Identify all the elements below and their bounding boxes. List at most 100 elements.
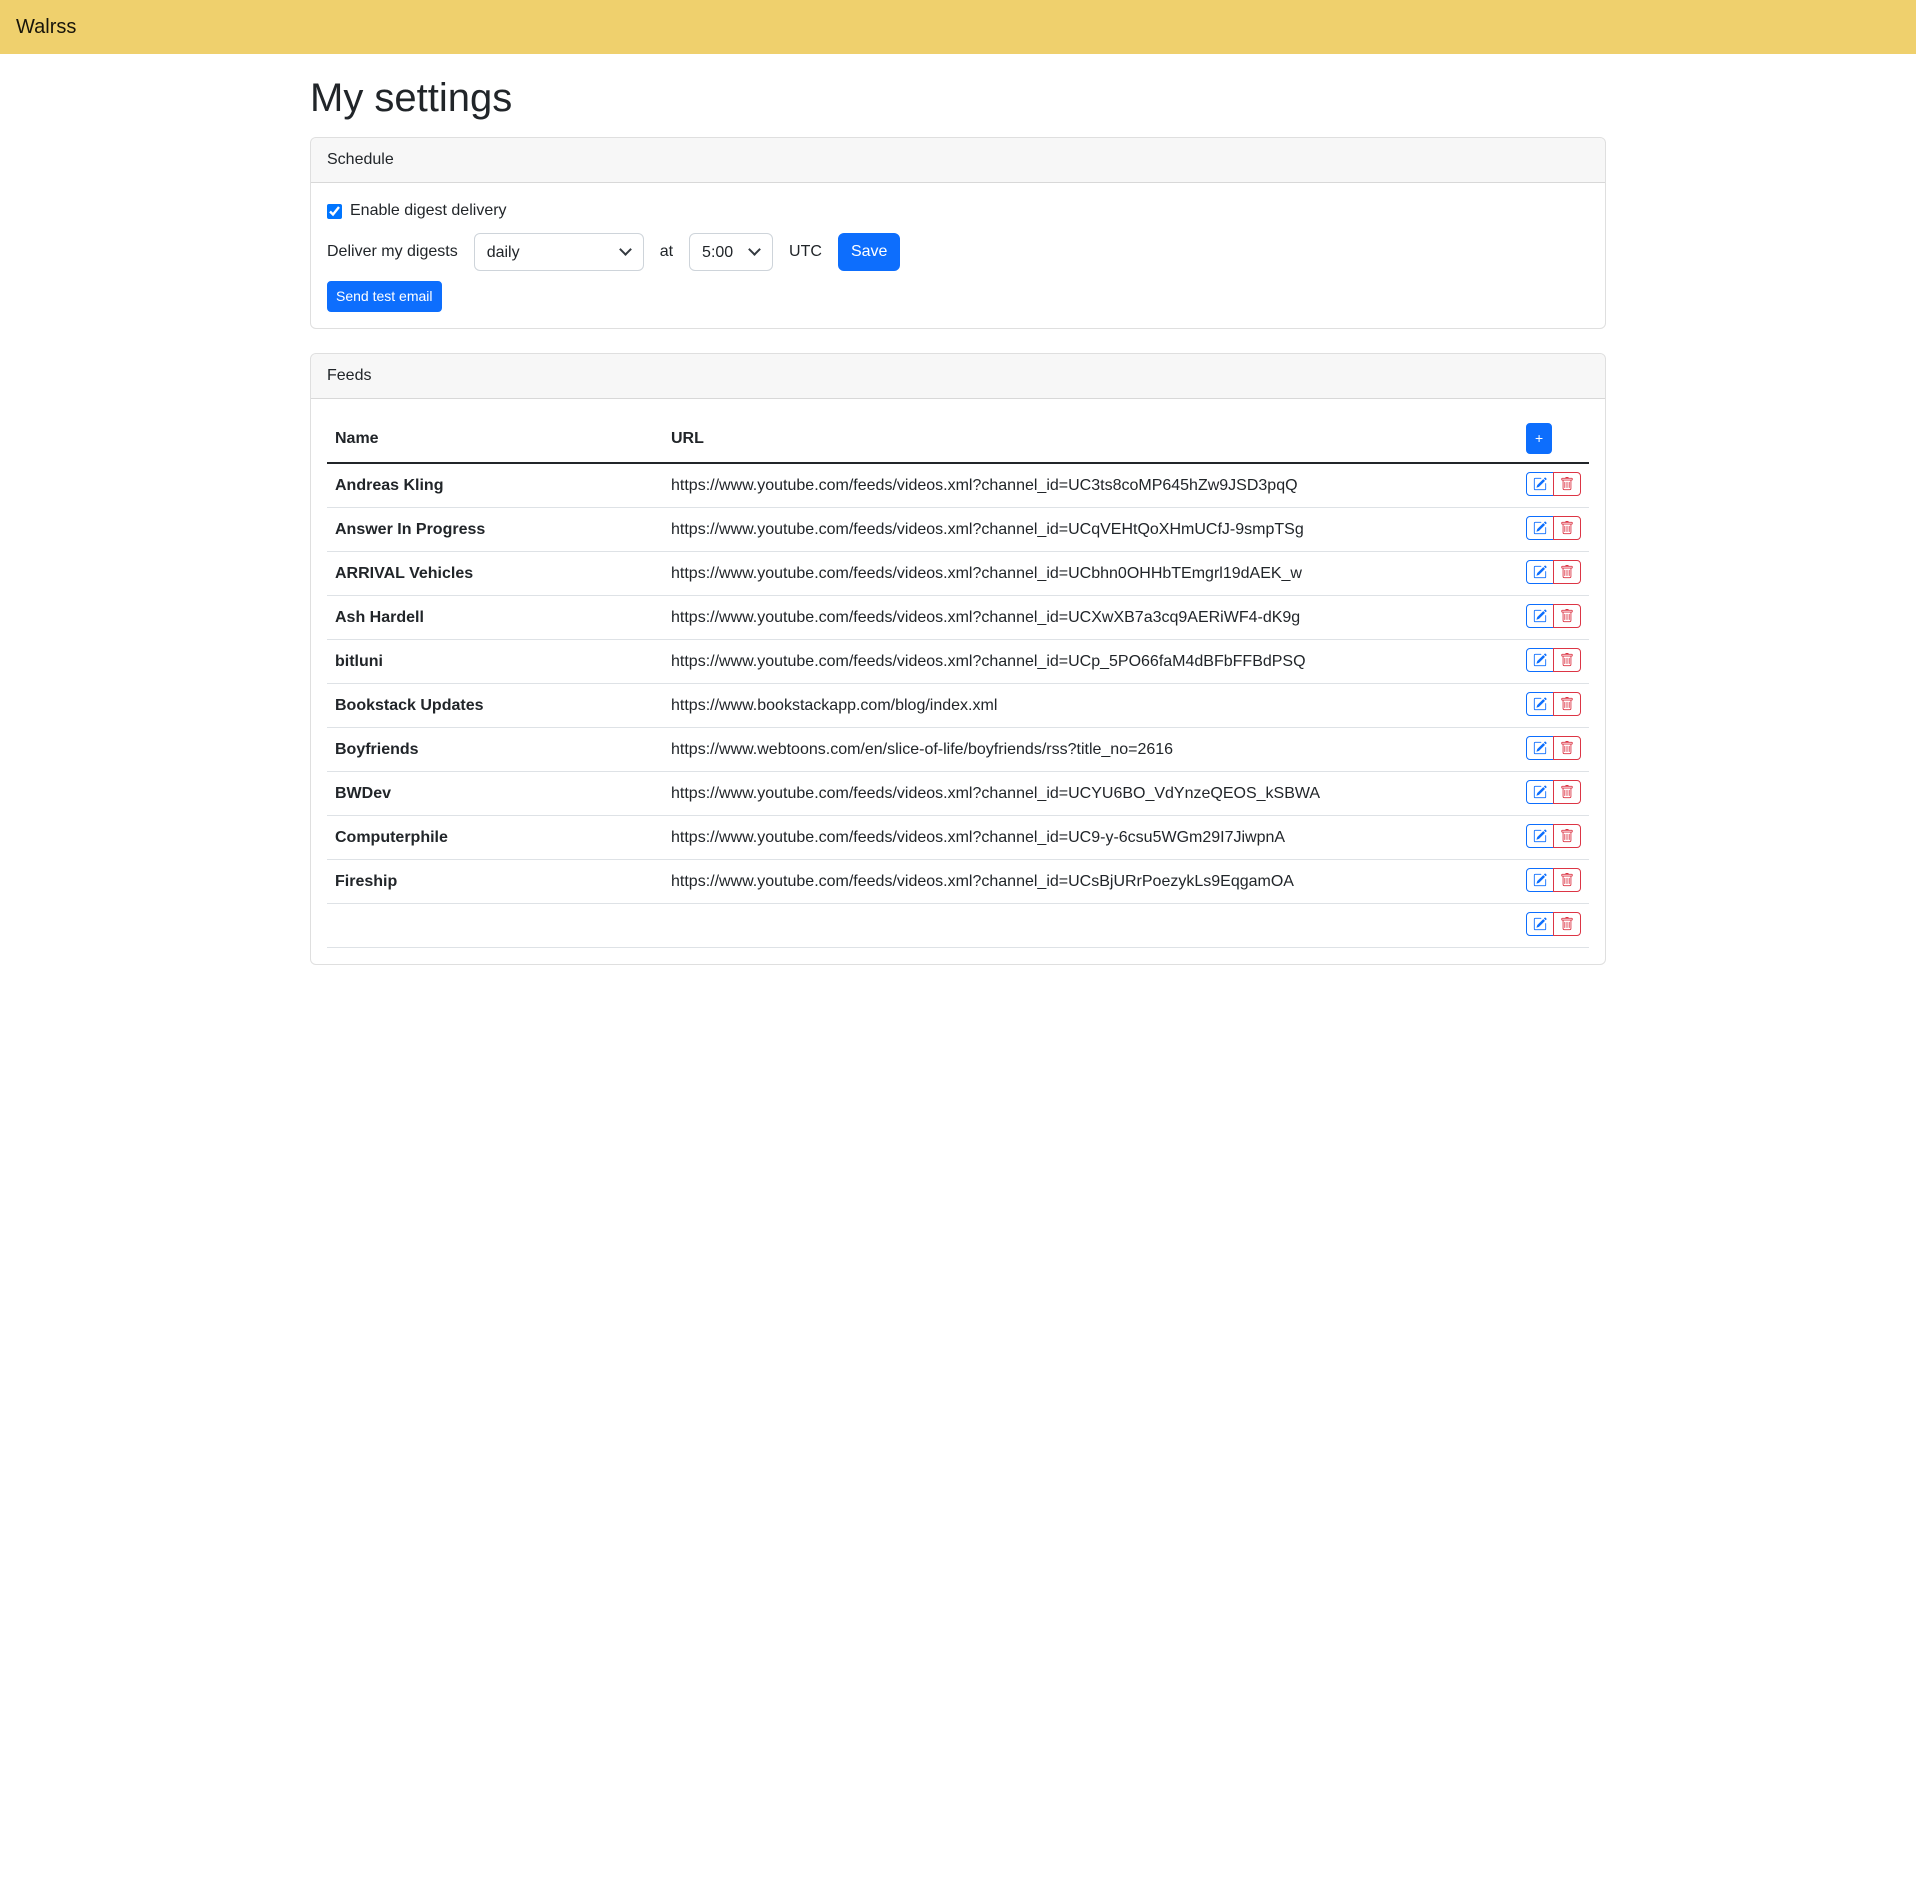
edit-feed-button[interactable] (1526, 560, 1554, 584)
pencil-square-icon (1533, 741, 1547, 755)
delete-feed-button[interactable] (1553, 780, 1581, 804)
edit-feed-button[interactable] (1526, 912, 1554, 936)
app-brand[interactable]: Walrss (16, 16, 76, 38)
at-label: at (660, 240, 673, 264)
feeds-table: Name URL + Andreas Kling https://www.you… (327, 415, 1589, 948)
feed-name: bitluni (327, 640, 663, 684)
trash-icon (1560, 829, 1574, 843)
table-row: Andreas Kling https://www.youtube.com/fe… (327, 463, 1589, 508)
feed-actions (1518, 463, 1589, 508)
delete-feed-button[interactable] (1553, 824, 1581, 848)
enable-digest-row: Enable digest delivery (327, 199, 1589, 223)
trash-icon (1560, 785, 1574, 799)
time-select[interactable]: 5:00 (689, 233, 773, 271)
column-header-url: URL (663, 415, 1518, 463)
table-row: Fireship https://www.youtube.com/feeds/v… (327, 860, 1589, 904)
feed-actions (1518, 684, 1589, 728)
frequency-select[interactable]: daily (474, 233, 644, 271)
feed-url: https://www.youtube.com/feeds/videos.xml… (663, 463, 1518, 508)
column-header-actions: + (1518, 415, 1589, 463)
navbar: Walrss (0, 0, 1916, 54)
pencil-square-icon (1533, 917, 1547, 931)
feed-actions-group (1526, 604, 1581, 628)
delete-feed-button[interactable] (1553, 692, 1581, 716)
feeds-card-body: Name URL + Andreas Kling https://www.you… (311, 399, 1605, 964)
edit-feed-button[interactable] (1526, 472, 1554, 496)
delete-feed-button[interactable] (1553, 912, 1581, 936)
feed-actions (1518, 728, 1589, 772)
feeds-card: Feeds Name URL + Andreas Kling https://w… (310, 353, 1606, 965)
frequency-select-wrap: daily (474, 233, 644, 271)
delete-feed-button[interactable] (1553, 560, 1581, 584)
table-row: Answer In Progress https://www.youtube.c… (327, 508, 1589, 552)
schedule-card-header: Schedule (311, 138, 1605, 183)
table-row: Computerphile https://www.youtube.com/fe… (327, 816, 1589, 860)
schedule-card: Schedule Enable digest delivery Deliver … (310, 137, 1606, 329)
trash-icon (1560, 697, 1574, 711)
feed-name: Andreas Kling (327, 463, 663, 508)
pencil-square-icon (1533, 653, 1547, 667)
trash-icon (1560, 565, 1574, 579)
send-test-email-button[interactable]: Send test email (327, 281, 442, 312)
pencil-square-icon (1533, 785, 1547, 799)
feed-actions-group (1526, 780, 1581, 804)
delete-feed-button[interactable] (1553, 648, 1581, 672)
edit-feed-button[interactable] (1526, 780, 1554, 804)
column-header-name: Name (327, 415, 663, 463)
save-button[interactable]: Save (838, 233, 900, 271)
delete-feed-button[interactable] (1553, 472, 1581, 496)
edit-feed-button[interactable] (1526, 604, 1554, 628)
feed-url: https://www.youtube.com/feeds/videos.xml… (663, 596, 1518, 640)
schedule-card-body: Enable digest delivery Deliver my digest… (311, 183, 1605, 328)
feed-name: Answer In Progress (327, 508, 663, 552)
delete-feed-button[interactable] (1553, 516, 1581, 540)
feeds-card-header: Feeds (311, 354, 1605, 399)
feed-url: https://www.webtoons.com/en/slice-of-lif… (663, 728, 1518, 772)
pencil-square-icon (1533, 521, 1547, 535)
feed-actions (1518, 816, 1589, 860)
pencil-square-icon (1533, 873, 1547, 887)
feed-actions-group (1526, 868, 1581, 892)
feed-name: Ash Hardell (327, 596, 663, 640)
pencil-square-icon (1533, 609, 1547, 623)
trash-icon (1560, 477, 1574, 491)
pencil-square-icon (1533, 565, 1547, 579)
feed-url: https://www.youtube.com/feeds/videos.xml… (663, 772, 1518, 816)
table-row: bitluni https://www.youtube.com/feeds/vi… (327, 640, 1589, 684)
feed-name: Computerphile (327, 816, 663, 860)
feed-actions-group (1526, 824, 1581, 848)
trash-icon (1560, 917, 1574, 931)
edit-feed-button[interactable] (1526, 868, 1554, 892)
feed-url: https://www.youtube.com/feeds/videos.xml… (663, 816, 1518, 860)
edit-feed-button[interactable] (1526, 516, 1554, 540)
edit-feed-button[interactable] (1526, 692, 1554, 716)
delete-feed-button[interactable] (1553, 736, 1581, 760)
enable-digest-label[interactable]: Enable digest delivery (350, 199, 507, 223)
digest-schedule-row: Deliver my digests daily at 5:00 UTC Sav… (327, 233, 1589, 271)
time-select-wrap: 5:00 (689, 233, 773, 271)
edit-feed-button[interactable] (1526, 824, 1554, 848)
delete-feed-button[interactable] (1553, 868, 1581, 892)
feed-actions-group (1526, 736, 1581, 760)
table-row: BWDev https://www.youtube.com/feeds/vide… (327, 772, 1589, 816)
add-feed-button[interactable]: + (1526, 423, 1552, 454)
edit-feed-button[interactable] (1526, 736, 1554, 760)
table-row: ARRIVAL Vehicles https://www.youtube.com… (327, 552, 1589, 596)
delete-feed-button[interactable] (1553, 604, 1581, 628)
feed-name: ARRIVAL Vehicles (327, 552, 663, 596)
feeds-tbody: Andreas Kling https://www.youtube.com/fe… (327, 463, 1589, 948)
feed-actions-group (1526, 912, 1581, 936)
trash-icon (1560, 521, 1574, 535)
page-title: My settings (310, 74, 1606, 122)
feed-actions-group (1526, 648, 1581, 672)
feed-actions (1518, 640, 1589, 684)
trash-icon (1560, 653, 1574, 667)
feed-actions-group (1526, 560, 1581, 584)
enable-digest-checkbox[interactable] (327, 204, 342, 219)
feed-actions (1518, 596, 1589, 640)
feed-actions-group (1526, 472, 1581, 496)
edit-feed-button[interactable] (1526, 648, 1554, 672)
pencil-square-icon (1533, 829, 1547, 843)
pencil-square-icon (1533, 477, 1547, 491)
trash-icon (1560, 741, 1574, 755)
